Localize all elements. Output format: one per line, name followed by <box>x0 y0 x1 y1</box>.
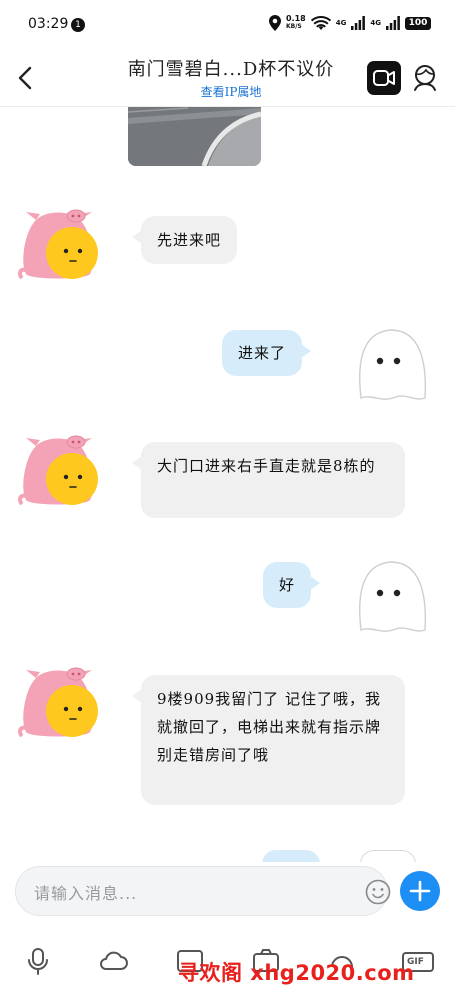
contact-avatar[interactable] <box>16 662 100 742</box>
image-message[interactable] <box>128 106 261 166</box>
network-speed-unit: KB/S <box>286 23 302 30</box>
outgoing-message-bubble[interactable]: 进来了 <box>222 330 312 376</box>
signal-icon <box>351 16 366 30</box>
message-text: 大门口进来右手直走就是8栋的 <box>157 457 376 475</box>
notification-count-badge: 1 <box>71 18 85 32</box>
view-ip-location-link[interactable]: 查看IP属地 <box>100 83 362 100</box>
network-type-2: 4G <box>370 19 381 27</box>
video-call-button[interactable] <box>367 61 401 95</box>
back-arrow-icon[interactable] <box>14 64 38 92</box>
incoming-message-bubble[interactable]: 先进来吧 <box>131 216 238 264</box>
status-time: 03:29 <box>28 16 69 32</box>
battery-level: 100 <box>405 16 431 30</box>
ghost-avatar-icon <box>359 329 427 400</box>
pig-hat-avatar-icon <box>17 667 98 738</box>
network-speed: 0.18 KB/S <box>286 15 306 31</box>
ghost-avatar-icon <box>359 561 427 632</box>
outgoing-message-bubble[interactable]: 好 <box>263 562 321 608</box>
incoming-message-bubble[interactable]: 9楼909我留门了 记住了哦，我就撤回了，电梯出来就有指示牌别走错房间了哦 <box>132 675 405 805</box>
message-text: 9楼909我留门了 记住了哦，我就撤回了，电梯出来就有指示牌别走错房间了哦 <box>157 690 382 764</box>
chat-title: 南门雪碧白...D杯不议价 <box>127 59 335 80</box>
message-text: 先进来吧 <box>157 231 222 249</box>
input-area: 请输入消息... GIF 寻欢阁 xhg2020.com <box>0 862 455 1000</box>
my-avatar[interactable] <box>355 556 431 634</box>
network-type-1: 4G <box>335 19 347 27</box>
watermark-text: 寻欢阁 xhg2020.com <box>178 961 415 985</box>
cloud-icon[interactable] <box>97 945 129 977</box>
status-icons: 0.18 KB/S 4G 4G 100 <box>269 15 431 31</box>
microphone-icon[interactable] <box>22 945 54 977</box>
chat-header: 南门雪碧白...D杯不议价 查看IP属地 <box>0 50 455 107</box>
incoming-message-bubble[interactable]: 大门口进来右手直走就是8栋的 <box>132 442 405 518</box>
signal-icon <box>386 16 400 30</box>
message-text: 好 <box>279 576 296 594</box>
network-speed-value: 0.18 <box>286 14 306 23</box>
status-bar: 03:29 1 0.18 KB/S 4G 4G 100 <box>0 0 455 50</box>
profile-icon[interactable] <box>410 63 440 93</box>
plus-icon <box>409 880 431 902</box>
message-input-placeholder: 请输入消息... <box>34 884 138 903</box>
wifi-icon <box>310 15 331 30</box>
location-icon <box>269 15 281 31</box>
more-options-button[interactable] <box>400 871 440 911</box>
contact-avatar[interactable] <box>16 430 100 510</box>
message-input[interactable]: 请输入消息... <box>15 866 391 916</box>
road-photo <box>128 106 261 166</box>
pig-hat-avatar-icon <box>17 209 98 280</box>
message-text: 进来了 <box>238 344 287 362</box>
pig-hat-avatar-icon <box>17 435 98 506</box>
contact-avatar[interactable] <box>16 204 100 284</box>
my-avatar[interactable] <box>355 324 431 402</box>
emoji-icon[interactable] <box>365 879 391 905</box>
video-call-icon <box>373 70 395 86</box>
